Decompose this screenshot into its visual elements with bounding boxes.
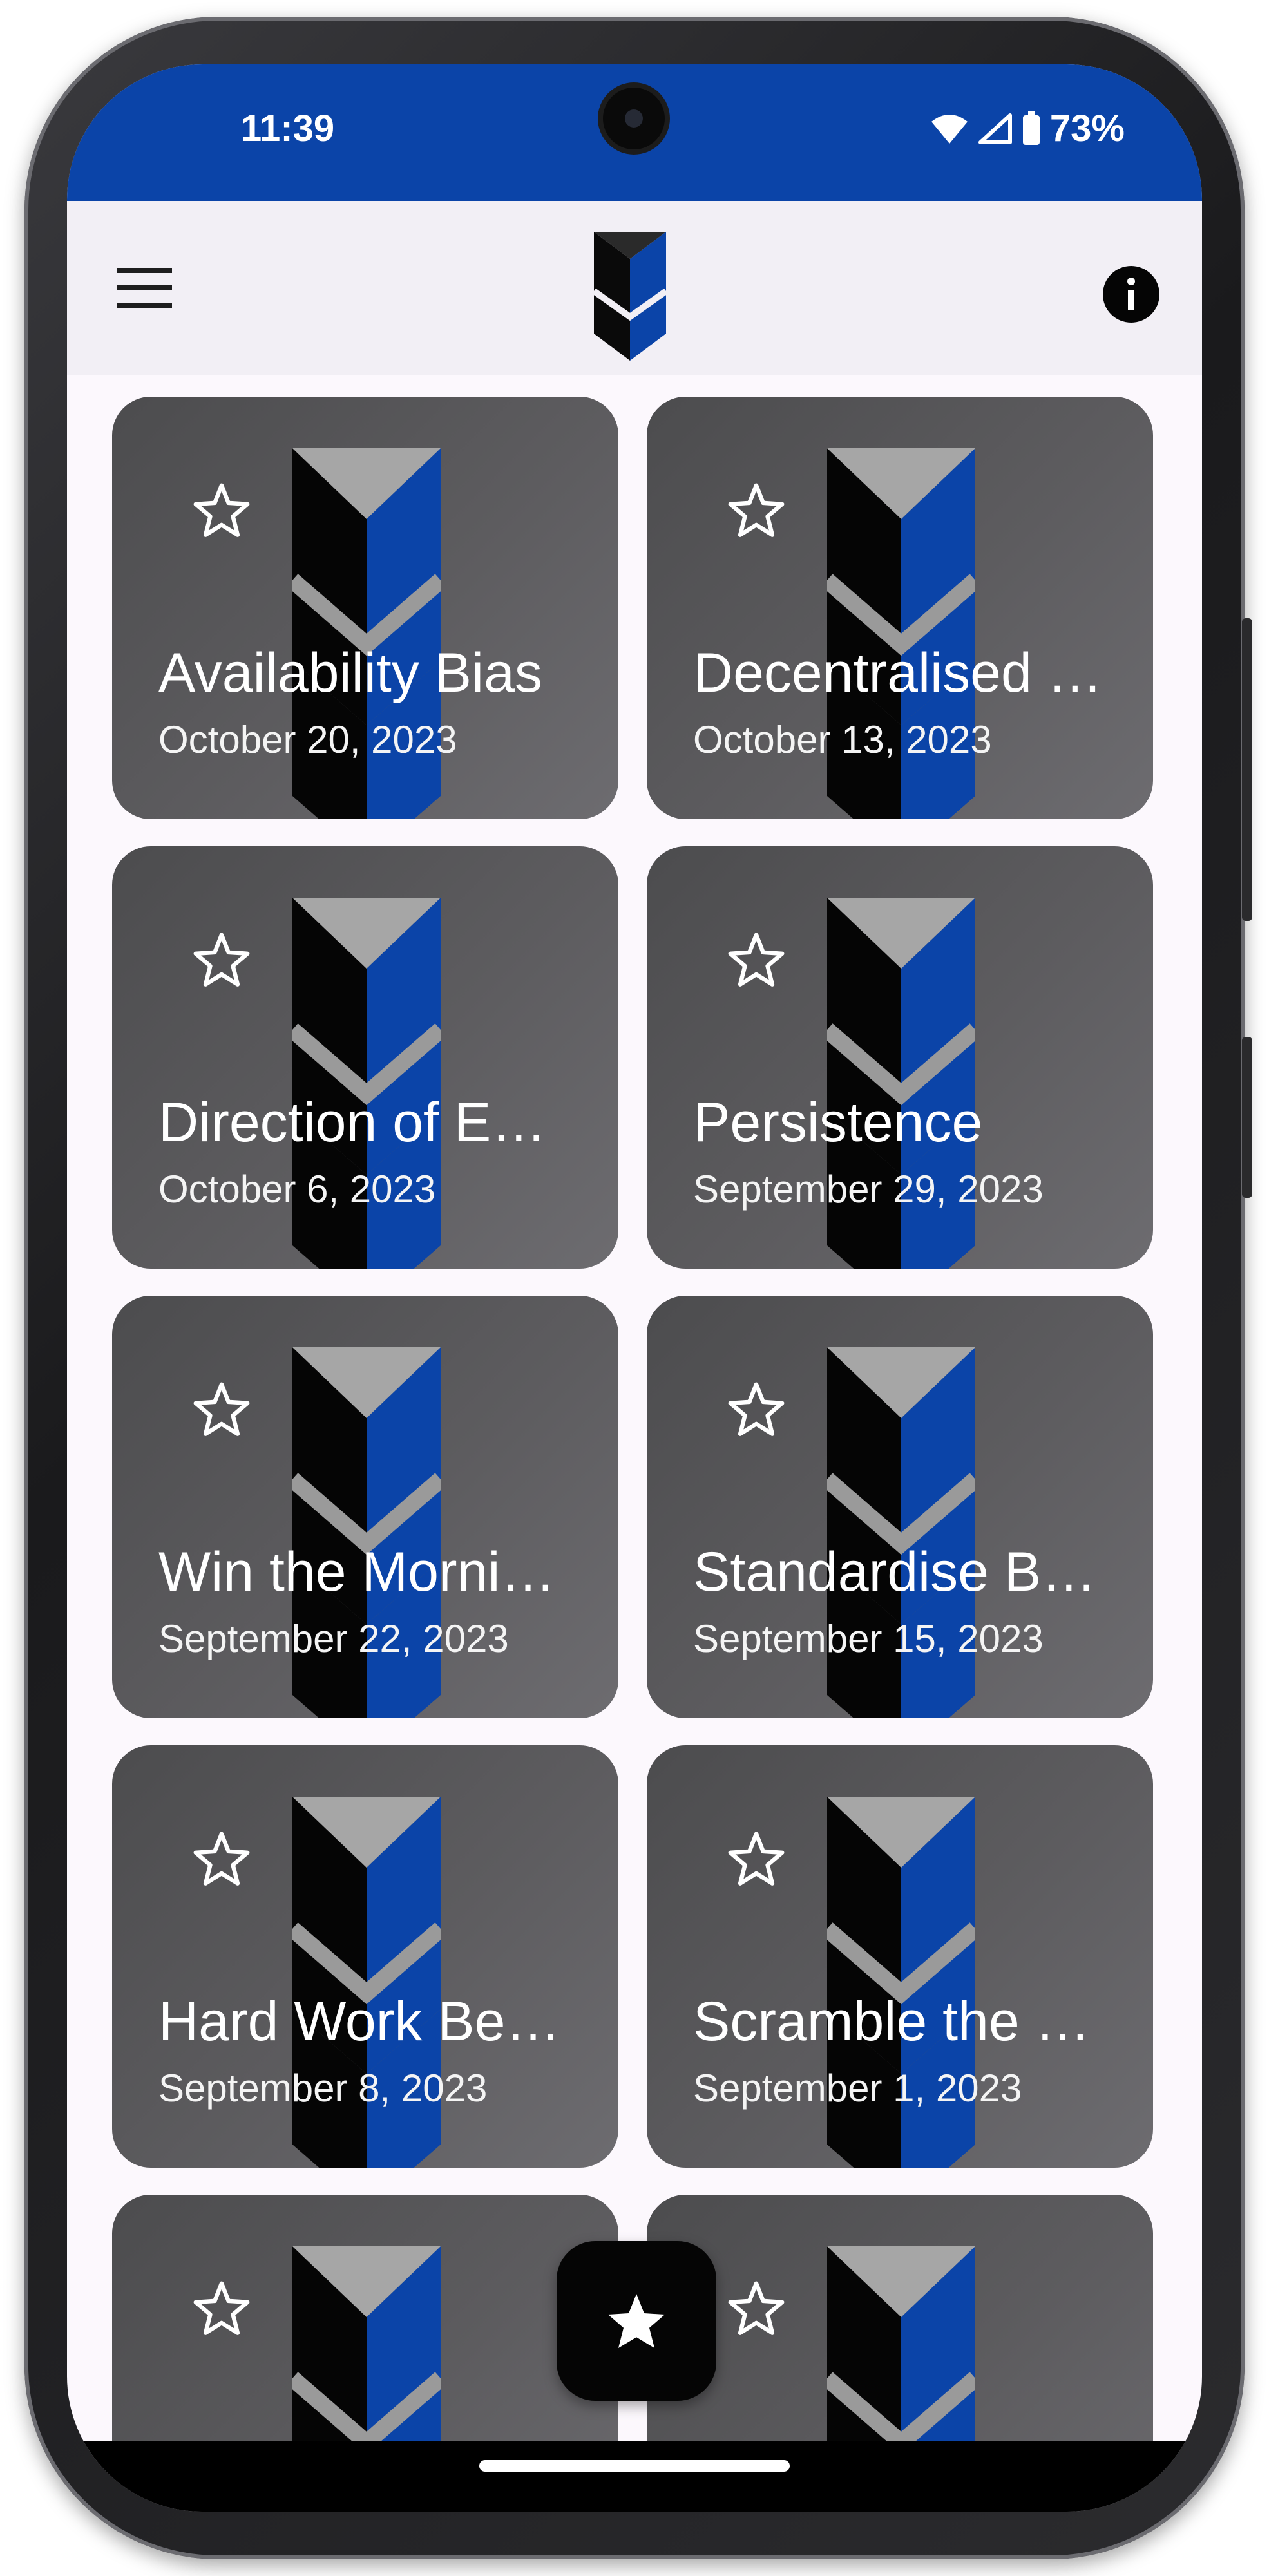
favorite-star-button[interactable]	[189, 927, 254, 992]
article-logo-icon	[292, 448, 441, 819]
article-card[interactable]: Hard Work Be… September 8, 2023	[112, 1745, 618, 2168]
article-title: Direction of E…	[158, 1092, 547, 1153]
favorite-star-button[interactable]	[724, 1826, 788, 1891]
front-camera	[603, 88, 665, 149]
favorite-star-button[interactable]	[189, 478, 254, 542]
star-outline-icon	[193, 1832, 250, 1886]
status-icons: 73%	[930, 107, 1125, 150]
favorite-star-button[interactable]	[724, 478, 788, 542]
star-outline-icon	[728, 483, 785, 537]
article-card[interactable]: Persistence September 29, 2023	[647, 846, 1153, 1269]
article-date: September 29, 2023	[693, 1168, 1044, 1211]
app-bar	[67, 201, 1202, 375]
article-logo-icon	[292, 1347, 441, 1718]
favorite-star-button[interactable]	[724, 2276, 788, 2340]
article-logo-icon	[827, 448, 975, 819]
star-outline-icon	[193, 1382, 250, 1436]
article-card[interactable]: Direction of E… October 6, 2023	[112, 846, 618, 1269]
article-title: Win the Morni…	[158, 1541, 556, 1603]
article-title: Decentralised …	[693, 642, 1103, 704]
phone-screen: 11:39 73% Availability Bias October 20, …	[67, 64, 1202, 2512]
article-date: September 1, 2023	[693, 2067, 1022, 2110]
article-logo-icon	[827, 898, 975, 1269]
article-logo-icon	[292, 898, 441, 1269]
article-date: September 22, 2023	[158, 1617, 509, 1660]
article-date: September 15, 2023	[693, 1617, 1044, 1660]
article-date: October 20, 2023	[158, 718, 457, 761]
favorite-star-button[interactable]	[724, 1377, 788, 1441]
article-title: Availability Bias	[158, 642, 542, 704]
cell-signal-icon	[978, 113, 1012, 144]
article-logo-icon	[292, 1797, 441, 2168]
favorite-star-button[interactable]	[189, 1377, 254, 1441]
favorite-star-button[interactable]	[724, 927, 788, 992]
status-time: 11:39	[241, 108, 335, 149]
article-title: Persistence	[693, 1092, 983, 1153]
favorite-star-button[interactable]	[189, 1826, 254, 1891]
article-date: October 13, 2023	[693, 718, 992, 761]
favorite-star-button[interactable]	[189, 2276, 254, 2340]
star-filled-icon	[608, 2294, 665, 2348]
star-outline-icon	[728, 1832, 785, 1886]
power-button	[1242, 618, 1252, 921]
status-bar: 11:39 73%	[67, 64, 1202, 201]
article-logo-icon	[827, 1797, 975, 2168]
star-outline-icon	[728, 1382, 785, 1436]
info-icon	[1103, 266, 1159, 323]
hamburger-menu-icon	[117, 268, 172, 308]
menu-button[interactable]	[112, 256, 177, 320]
article-title: Hard Work Be…	[158, 1991, 561, 2052]
info-button[interactable]	[1099, 262, 1163, 327]
volume-button	[1242, 1037, 1252, 1198]
app-logo-icon	[592, 232, 668, 361]
article-date: September 8, 2023	[158, 2067, 488, 2110]
star-outline-icon	[193, 483, 250, 537]
article-card[interactable]: Scramble the … September 1, 2023	[647, 1745, 1153, 2168]
article-title: Standardise B…	[693, 1541, 1097, 1603]
article-card[interactable]: Standardise B… September 15, 2023	[647, 1296, 1153, 1718]
article-date: October 6, 2023	[158, 1168, 436, 1211]
navigation-bar	[67, 2441, 1202, 2512]
star-outline-icon	[728, 2281, 785, 2335]
article-card[interactable]: Availability Bias October 20, 2023	[112, 397, 618, 819]
wifi-icon	[931, 114, 968, 144]
article-logo-icon	[827, 1347, 975, 1718]
article-card[interactable]: Win the Morni… September 22, 2023	[112, 1296, 618, 1718]
star-outline-icon	[193, 933, 250, 987]
favorites-fab[interactable]	[557, 2241, 716, 2401]
star-outline-icon	[728, 933, 785, 987]
battery-icon	[1022, 111, 1040, 145]
battery-level: 73%	[1049, 108, 1125, 149]
article-title: Scramble the …	[693, 1991, 1091, 2052]
gesture-handle[interactable]	[479, 2460, 790, 2472]
star-outline-icon	[193, 2281, 250, 2335]
article-card[interactable]: Decentralised … October 13, 2023	[647, 397, 1153, 819]
